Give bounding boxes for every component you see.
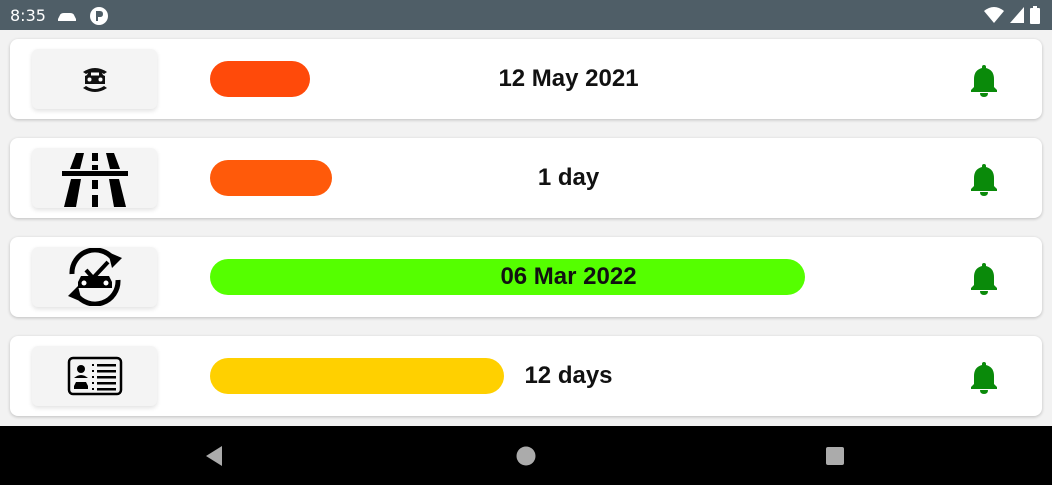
signal-icon <box>1009 7 1024 23</box>
navigation-bar <box>0 426 1052 485</box>
back-icon <box>206 446 222 466</box>
reminder-card-vignette[interactable]: 1 day <box>10 138 1042 218</box>
home-button[interactable] <box>515 445 537 467</box>
reminder-icon-box <box>32 346 157 406</box>
reminder-card-inspection[interactable]: 06 Mar 2022 <box>10 237 1042 317</box>
car-icon <box>58 13 76 21</box>
reminder-value: 12 days <box>524 362 613 389</box>
reminder-icon-box <box>32 148 157 208</box>
reminder-card-license[interactable]: 12 days <box>10 336 1042 416</box>
wifi-icon <box>983 7 1004 23</box>
home-icon <box>516 446 536 466</box>
reminder-value: 1 day <box>537 164 600 191</box>
reminder-icon-box <box>32 49 157 109</box>
recents-icon <box>826 447 844 465</box>
bell-icon[interactable] <box>968 360 1000 394</box>
car-insurance-icon <box>82 68 107 92</box>
reminder-icon-box <box>32 247 157 307</box>
highway-vignette-icon <box>61 153 128 207</box>
reminder-value: 06 Mar 2022 <box>500 263 637 290</box>
app-notification-icon <box>90 7 109 25</box>
status-bar: 8:35 <box>0 0 1052 30</box>
status-right-icons <box>983 6 1040 24</box>
technical-inspection-icon <box>67 248 122 306</box>
bell-icon[interactable] <box>968 162 1000 196</box>
reminder-value: 12 May 2021 <box>498 65 639 92</box>
bell-icon[interactable] <box>968 63 1000 97</box>
recents-button[interactable] <box>824 445 846 467</box>
back-button[interactable] <box>203 445 225 467</box>
battery-icon <box>1030 6 1040 24</box>
reminder-list: 12 May 2021 1 day 06 Mar 2022 12 days <box>0 30 1052 426</box>
status-time: 8:35 <box>10 6 46 25</box>
reminder-card-insurance[interactable]: 12 May 2021 <box>10 39 1042 119</box>
status-left-icons <box>56 6 109 25</box>
bell-icon[interactable] <box>968 261 1000 295</box>
driving-license-icon <box>67 356 122 396</box>
